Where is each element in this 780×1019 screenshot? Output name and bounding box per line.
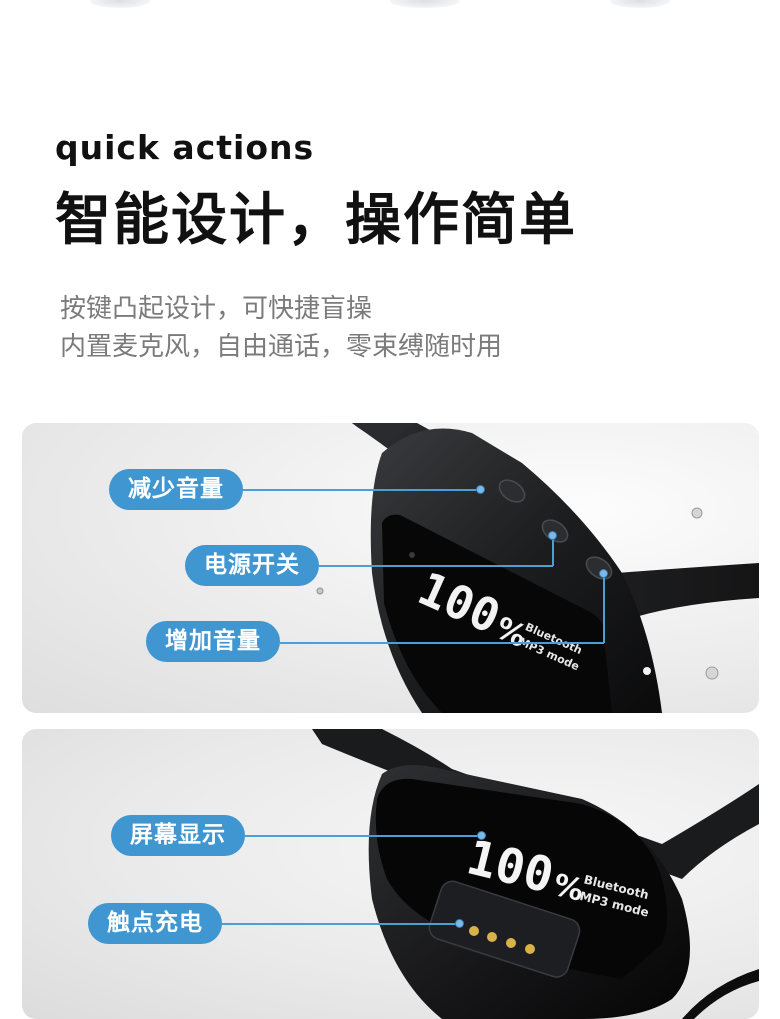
section-eyebrow: quick actions <box>55 128 315 167</box>
volume-up-marker <box>599 569 608 578</box>
screen-marker <box>477 831 486 840</box>
top-product-fade <box>90 0 690 14</box>
screen-closeup-panel: 100 % Bluetooth MP3 mode 屏幕显示 触点充电 <box>22 729 759 1019</box>
power-leader-vertical <box>552 537 554 566</box>
charging-contacts-leader <box>222 923 456 925</box>
volume-down-leader <box>243 489 480 491</box>
feature-description: 按键凸起设计，可快捷盲操 内置麦克风，自由通话，零束缚随时用 <box>60 290 502 366</box>
screen-leader <box>245 835 481 837</box>
headphone-screen-illustration: 100 % Bluetooth MP3 mode <box>312 729 759 1019</box>
power-label: 电源开关 <box>185 545 319 586</box>
section-headline: 智能设计，操作简单 <box>55 188 577 253</box>
power-leader <box>319 565 553 567</box>
screen-label: 屏幕显示 <box>111 815 245 856</box>
description-line-1: 按键凸起设计，可快捷盲操 <box>60 294 373 324</box>
volume-up-label: 增加音量 <box>146 621 280 662</box>
charging-contacts-marker <box>455 919 464 928</box>
buttons-closeup-panel: 100 % Bluetooth MP3 mode 减少音量 电源开关 增加音量 <box>22 423 759 713</box>
power-marker <box>548 531 557 540</box>
volume-up-leader-vertical <box>603 575 605 643</box>
description-line-2: 内置麦克风，自由通话，零束缚随时用 <box>60 332 503 362</box>
volume-up-leader <box>280 642 604 644</box>
headphone-buttons-illustration: 100 % Bluetooth MP3 mode <box>316 423 759 713</box>
volume-down-marker <box>476 485 485 494</box>
volume-down-label: 减少音量 <box>109 469 243 510</box>
charging-contacts-label: 触点充电 <box>88 903 222 944</box>
